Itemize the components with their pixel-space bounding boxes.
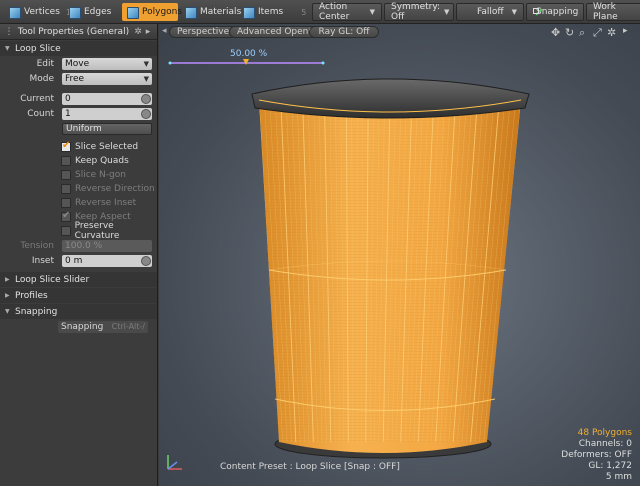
spin-knob-icon[interactable] — [141, 255, 151, 266]
gl-count: GL: 1,272 — [588, 461, 632, 471]
mode-row: Mode Free ▼ — [0, 71, 157, 86]
gear-icon[interactable]: ✲ — [133, 27, 143, 37]
tension-field: 100.0 % — [62, 239, 152, 252]
chevron-right-icon[interactable]: ▸ — [143, 27, 153, 37]
deformers-status: Deformers: OFF — [561, 450, 632, 460]
tool-properties-panel: ⋮ Tool Properties (General) ✲ ▸ ▼ Loop S… — [0, 24, 158, 486]
checkbox — [61, 198, 71, 208]
spin-knob-icon[interactable] — [141, 108, 151, 119]
tension-row: Tension 100.0 % — [0, 238, 157, 253]
scene-info: 48 Polygons Channels: 0 Deformers: OFF G… — [561, 428, 632, 483]
vertices-icon — [8, 6, 21, 19]
uniform-button[interactable]: Uniform — [62, 122, 152, 135]
chevron-down-icon: ▼ — [511, 8, 517, 16]
checkbox[interactable] — [61, 226, 71, 236]
checkbox — [61, 210, 71, 222]
polygon-count: 48 Polygons — [577, 428, 632, 438]
count-row: Count 1 — [0, 106, 157, 121]
collapse-triangle-icon: ▼ — [5, 308, 10, 315]
falloff-dropdown[interactable]: Falloff ▼ — [456, 3, 524, 21]
checkbox-label: Reverse Inset — [75, 198, 137, 208]
section-profiles[interactable]: ▶ Profiles — [0, 288, 157, 303]
action-center-dropdown[interactable]: Action Center ▼ — [312, 2, 382, 22]
inset-row: Inset 0 m — [0, 253, 157, 268]
checkbox-label: Slice N-gon — [75, 170, 126, 180]
tab-items[interactable]: Items 5 — [238, 3, 310, 21]
slider-handle[interactable] — [243, 59, 249, 65]
current-field[interactable]: 0 — [62, 92, 152, 105]
edit-dropdown[interactable]: Move ▼ — [62, 57, 152, 70]
chevron-down-icon: ▼ — [143, 59, 149, 68]
materials-icon — [184, 6, 197, 19]
uniform-row: Uniform — [0, 121, 157, 136]
main-toolbar: Vertices 1 Edges 2 Polygons Materials It… — [0, 0, 640, 24]
mode-dropdown[interactable]: Free ▼ — [62, 72, 152, 85]
collapse-triangle-icon: ▼ — [5, 45, 10, 52]
edit-row: Edit Move ▼ — [0, 56, 157, 71]
polygons-icon — [126, 6, 139, 19]
checkbox-label: Keep Quads — [75, 156, 129, 166]
checkbox-row[interactable]: Slice Selected — [0, 140, 157, 154]
checkbox[interactable] — [61, 140, 71, 152]
section-loop-slice[interactable]: ▼ Loop Slice — [0, 41, 157, 56]
checkbox-label: Reverse Direction — [75, 184, 155, 194]
panel-title: Tool Properties (General) — [17, 26, 130, 37]
cup-mesh[interactable] — [159, 24, 640, 486]
checkbox-row: Reverse Inset — [0, 196, 157, 210]
panel-menu-icon[interactable]: ⋮ — [4, 27, 14, 37]
symmetry-dropdown[interactable]: Symmetry: Off ▼ — [384, 2, 454, 22]
section-snapping[interactable]: ▼ Snapping — [0, 304, 157, 319]
work-plane-dropdown[interactable]: Work Plane — [586, 2, 640, 22]
checkbox-row: Reverse Direction — [0, 182, 157, 196]
grid-units: 5 mm — [605, 472, 632, 482]
expand-triangle-icon: ▶ — [5, 276, 10, 283]
tab-polygons[interactable]: Polygons — [122, 3, 182, 21]
checkbox-label: Slice Selected — [75, 142, 139, 152]
items-icon — [242, 6, 255, 19]
tab-materials[interactable]: Materials — [180, 3, 245, 21]
chevron-down-icon: ▼ — [444, 8, 450, 16]
inset-field[interactable]: 0 m — [62, 254, 152, 267]
panel-header: ⋮ Tool Properties (General) ✲ ▸ — [0, 24, 157, 40]
chevron-down-icon: ▼ — [369, 8, 375, 16]
spin-knob-icon[interactable] — [141, 93, 151, 104]
snapping-row: Snapping Ctrl-Alt-/ — [0, 319, 157, 334]
snapping-toggle[interactable]: Snapping — [526, 3, 584, 21]
edges-icon — [68, 6, 81, 19]
expand-triangle-icon: ▶ — [5, 292, 10, 299]
content-preset-status: Content Preset : Loop Slice [Snap : OFF] — [220, 462, 400, 472]
slider-value-label: 50.00 % — [230, 49, 268, 59]
checkbox-row[interactable]: Keep Quads — [0, 154, 157, 168]
checkbox-row[interactable]: Preserve Curvature — [0, 221, 157, 241]
checkbox — [61, 184, 71, 194]
section-loop-slice-slider[interactable]: ▶ Loop Slice Slider — [0, 272, 157, 287]
current-row: Current 0 — [0, 91, 157, 106]
snapping-button[interactable]: Snapping Ctrl-Alt-/ — [58, 320, 148, 333]
checkbox[interactable] — [61, 156, 71, 166]
axis-gizmo-icon — [167, 455, 182, 470]
3d-viewport[interactable]: ◂ Perspective Advanced OpenGL Ray GL: Of… — [159, 24, 640, 486]
channel-count: Channels: 0 — [578, 439, 632, 449]
checkbox-row: Slice N-gon — [0, 168, 157, 182]
chevron-down-icon: ▼ — [143, 74, 149, 83]
checkbox — [61, 170, 71, 180]
count-field[interactable]: 1 — [62, 107, 152, 120]
